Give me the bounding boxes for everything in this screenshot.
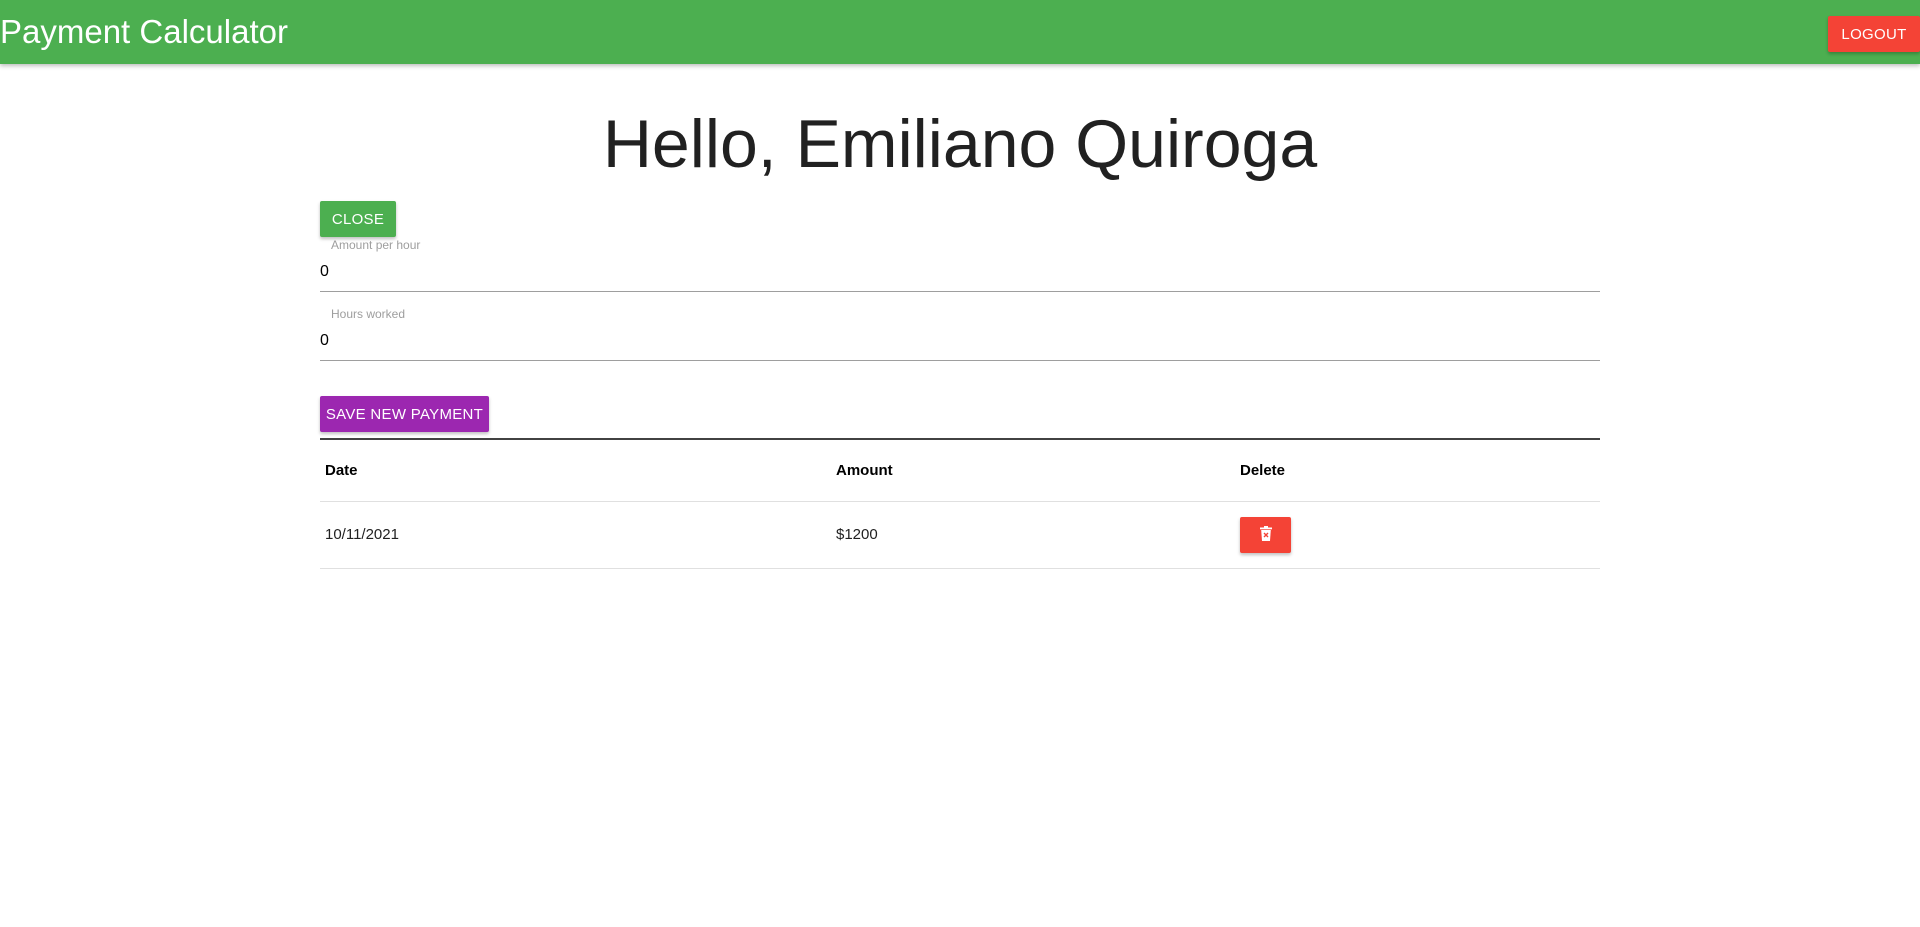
navbar: Payment Calculator LOGOUT: [0, 0, 1920, 64]
amount-per-hour-field: Amount per hour: [320, 237, 1600, 306]
delete-payment-button[interactable]: [1240, 516, 1291, 553]
hours-worked-label: Hours worked: [331, 307, 406, 321]
close-button[interactable]: CLOSE: [320, 201, 396, 237]
logout-button[interactable]: LOGOUT: [1828, 16, 1920, 52]
delete-column-header: Delete: [1235, 439, 1600, 502]
table-row: 10/11/2021 $1200: [320, 501, 1600, 569]
hours-worked-field: Hours worked: [320, 306, 1600, 375]
payment-date-cell: 10/11/2021: [320, 501, 831, 569]
payments-table: Date Amount Delete 10/11/2021 $1200: [320, 438, 1600, 569]
amount-per-hour-input[interactable]: [320, 252, 1600, 292]
greeting-heading: Hello, Emiliano Quiroga: [602, 106, 1318, 182]
payment-content: CLOSE Amount per hour Hours worked SAVE …: [320, 201, 1600, 569]
app-title: Payment Calculator: [0, 13, 288, 50]
trash-icon: [1259, 525, 1272, 544]
amount-column-header: Amount: [831, 439, 1235, 502]
payment-amount-cell: $1200: [831, 501, 1235, 569]
amount-per-hour-label: Amount per hour: [331, 238, 421, 252]
payment-delete-cell: [1235, 501, 1600, 569]
date-column-header: Date: [320, 439, 831, 502]
save-payment-button[interactable]: SAVE NEW PAYMENT: [320, 396, 489, 432]
hours-worked-input[interactable]: [320, 321, 1600, 361]
table-header-row: Date Amount Delete: [320, 439, 1600, 502]
